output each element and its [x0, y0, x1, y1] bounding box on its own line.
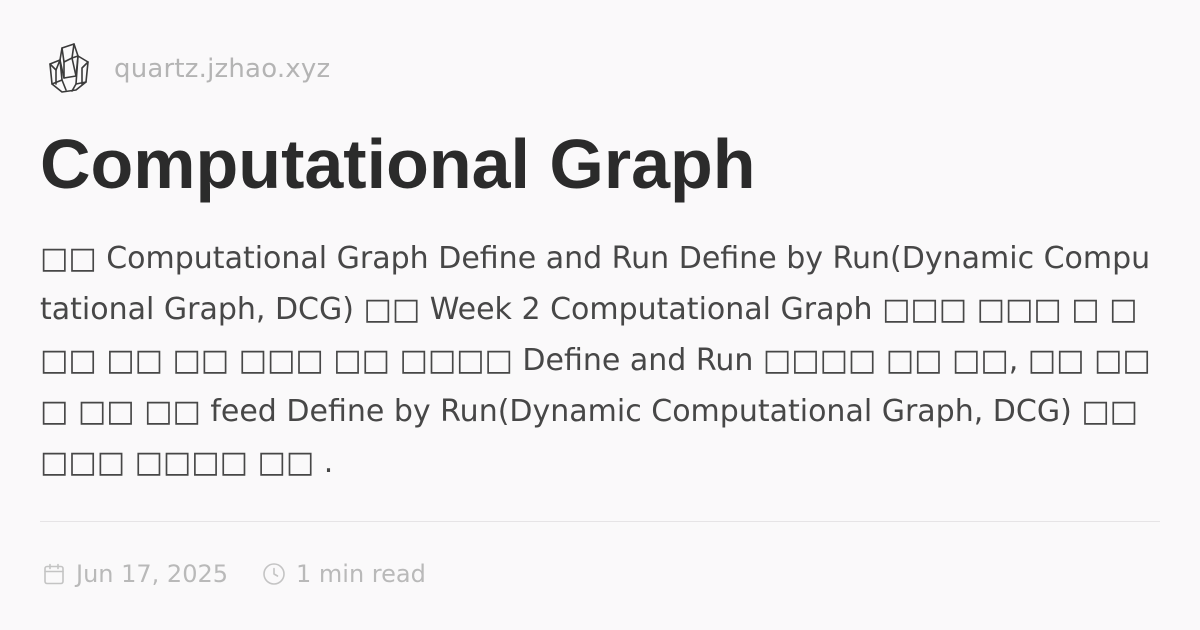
- post-meta: Jun 17, 2025 1 min read: [42, 556, 426, 592]
- read-time: 1 min read: [296, 560, 426, 588]
- date-meta: Jun 17, 2025: [42, 560, 228, 588]
- publish-date: Jun 17, 2025: [76, 560, 229, 588]
- site-domain[interactable]: quartz.jzhao.xyz: [114, 54, 330, 84]
- crystal-cluster-icon[interactable]: [42, 42, 96, 96]
- page-title: Computational Graph: [40, 125, 756, 203]
- calendar-icon: [44, 563, 64, 585]
- site-header: quartz.jzhao.xyz: [42, 42, 330, 96]
- clock-icon: [263, 563, 285, 585]
- divider: [40, 521, 1160, 522]
- read-time-meta: 1 min read: [262, 560, 426, 588]
- page-description: □□ Computational Graph Define and Run De…: [40, 241, 1151, 480]
